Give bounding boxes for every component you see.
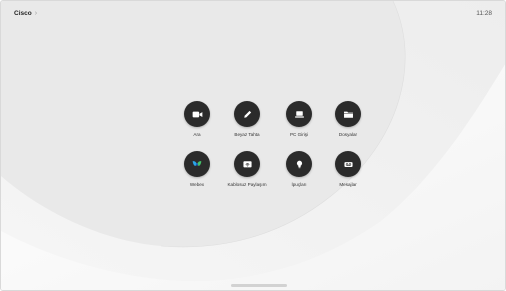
app-label: Dosyalar bbox=[338, 132, 358, 137]
app-grid: Ara Beyaz Tahta PC Girişi Dosyalar Webex… bbox=[167, 101, 379, 201]
lightbulb-icon bbox=[286, 151, 312, 177]
device-name: Cisco bbox=[14, 10, 32, 17]
clock: 11:28 bbox=[476, 10, 492, 17]
top-bar: Cisco › 11:28 bbox=[1, 1, 505, 23]
app-tile-wireless-share[interactable]: Kablosuz Paylaşım bbox=[217, 151, 277, 197]
app-label: İpuçları bbox=[291, 182, 307, 187]
app-label: Beyaz Tahta bbox=[234, 132, 260, 137]
wireless-share-icon bbox=[234, 151, 260, 177]
app-label: Kablosuz Paylaşım bbox=[227, 182, 267, 187]
app-label: Ara bbox=[193, 132, 201, 137]
pencil-icon bbox=[234, 101, 260, 127]
home-indicator[interactable] bbox=[231, 284, 287, 287]
app-label: Mesajlar bbox=[339, 182, 357, 187]
folder-icon bbox=[335, 101, 361, 127]
video-camera-icon bbox=[184, 101, 210, 127]
webex-logo-icon bbox=[184, 151, 210, 177]
voicemail-icon bbox=[335, 151, 361, 177]
laptop-icon bbox=[286, 101, 312, 127]
app-label: Webex bbox=[189, 182, 205, 187]
home-screen: Cisco › 11:28 Ara Beyaz Tahta PC Girişi bbox=[0, 0, 506, 291]
app-tile-whiteboard[interactable]: Beyaz Tahta bbox=[217, 101, 277, 147]
device-name-button[interactable]: Cisco › bbox=[14, 10, 37, 17]
app-label: PC Girişi bbox=[289, 132, 309, 137]
chevron-right-icon: › bbox=[34, 10, 38, 17]
app-tile-messages[interactable]: Mesajlar bbox=[318, 151, 378, 197]
app-tile-files[interactable]: Dosyalar bbox=[318, 101, 378, 147]
